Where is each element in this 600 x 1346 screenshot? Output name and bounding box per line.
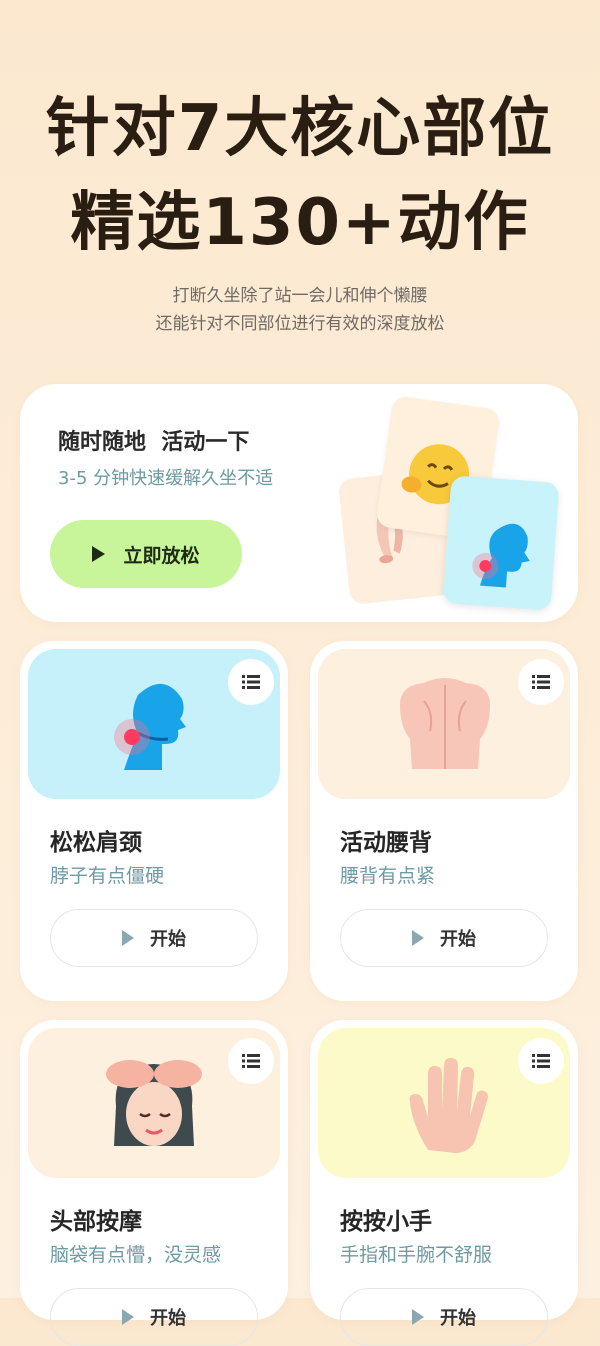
card-title: 松松肩颈 [50, 830, 142, 856]
start-button[interactable]: 开始 [50, 909, 258, 967]
neck-shoulder-card[interactable]: 松松肩颈 脖子有点僵硬 开始 [20, 641, 288, 1001]
list-menu-button[interactable] [518, 1038, 564, 1084]
start-label: 开始 [440, 929, 476, 950]
list-menu-button[interactable] [518, 659, 564, 705]
list-menu-button[interactable] [228, 659, 274, 705]
card-subtitle: 手指和手腕不舒服 [340, 1244, 493, 1266]
start-button[interactable]: 开始 [340, 1288, 548, 1346]
card-title: 头部按摩 [50, 1209, 142, 1235]
start-label: 开始 [150, 1308, 186, 1329]
hero-subtitle: 打断久坐除了站一会儿和伸个懒腰 还能针对不同部位进行有效的深度放松 [0, 282, 600, 338]
hero-title: 针对7大核心部位 精选130+动作 [0, 82, 600, 270]
list-icon [242, 1054, 260, 1068]
hero-title-line2: 精选130+动作 [70, 186, 530, 260]
list-icon [532, 1054, 550, 1068]
start-label: 开始 [150, 929, 186, 950]
play-icon [92, 546, 106, 562]
quick-relax-card: 随时随地 活动一下 3-5 分钟快速缓解久坐不适 立即放松 [20, 384, 578, 622]
play-icon [122, 1309, 134, 1325]
card-subtitle: 脖子有点僵硬 [50, 865, 165, 887]
relax-now-label: 立即放松 [123, 544, 200, 567]
play-icon [122, 930, 134, 946]
list-icon [242, 675, 260, 689]
hero-title-line1: 针对7大核心部位 [45, 92, 555, 166]
quick-relax-title: 随时随地 活动一下 [58, 430, 250, 455]
list-icon [532, 675, 550, 689]
hero-subtitle-line2: 还能针对不同部位进行有效的深度放松 [155, 314, 445, 334]
neck-illustration-card [442, 475, 560, 611]
hand-icon [409, 1058, 488, 1153]
back-icon [400, 678, 490, 769]
card-subtitle: 脑袋有点懵，没灵感 [50, 1244, 222, 1266]
neck-pain-icon [472, 523, 530, 588]
play-icon [412, 930, 424, 946]
relax-now-button[interactable]: 立即放松 [50, 520, 242, 588]
neck-pain-icon [114, 683, 186, 770]
play-icon [412, 1309, 424, 1325]
hero-subtitle-line1: 打断久坐除了站一会儿和伸个懒腰 [172, 286, 428, 306]
head-massage-icon [106, 1060, 202, 1146]
card-title: 活动腰背 [340, 830, 432, 856]
card-subtitle: 腰背有点紧 [340, 865, 436, 887]
start-button[interactable]: 开始 [340, 909, 548, 967]
quick-relax-subtitle: 3-5 分钟快速缓解久坐不适 [58, 468, 274, 489]
hand-card[interactable]: 按按小手 手指和手腕不舒服 开始 [310, 1020, 578, 1346]
start-button[interactable]: 开始 [50, 1288, 258, 1346]
head-massage-card[interactable]: 头部按摩 脑袋有点懵，没灵感 开始 [20, 1020, 288, 1346]
back-card[interactable]: 活动腰背 腰背有点紧 开始 [310, 641, 578, 1001]
card-title: 按按小手 [340, 1209, 432, 1235]
start-label: 开始 [440, 1308, 476, 1329]
list-menu-button[interactable] [228, 1038, 274, 1084]
